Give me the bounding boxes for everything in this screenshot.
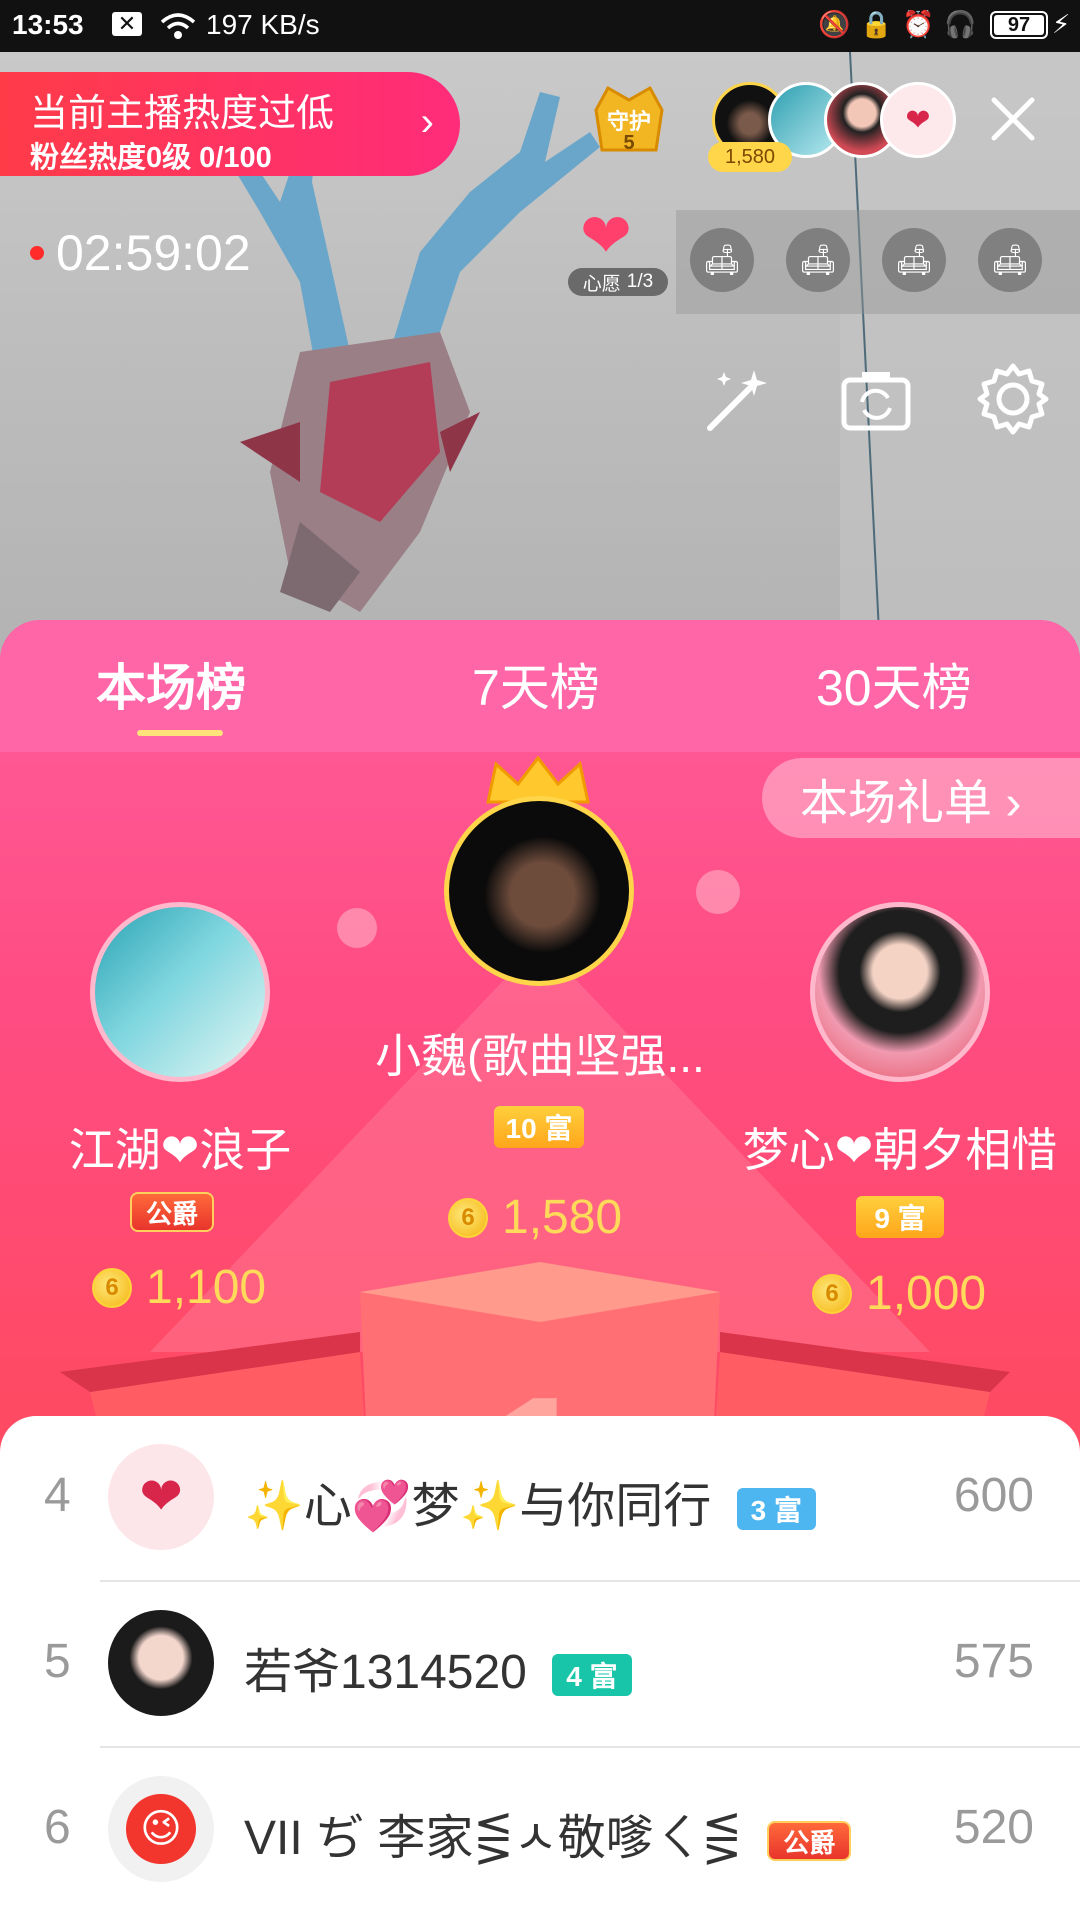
third-place-score-text: 1,000 xyxy=(866,1267,987,1320)
seat-4-sofa-icon[interactable]: 🛋 xyxy=(978,228,1042,292)
wish-widget[interactable]: ❤ 心愿 1/3 xyxy=(568,206,668,296)
first-place-rich-level: 10 富 xyxy=(494,1106,584,1148)
list-name-text: ✨心💞梦✨与你同行 xyxy=(244,1480,712,1533)
wish-label: 心愿 xyxy=(582,273,621,295)
timer-text: 02:59:02 xyxy=(56,225,251,281)
list-avatar[interactable] xyxy=(108,1610,214,1716)
noble-badge: 公爵 xyxy=(767,1821,852,1862)
switch-camera-icon[interactable] xyxy=(838,362,914,438)
list-name-text: VII ぢ 李家⋚ㅅ敬嗲ㄑ⋚ xyxy=(244,1812,742,1865)
charging-icon: ⚡ xyxy=(1052,9,1071,39)
battery-level: 97 xyxy=(994,15,1044,36)
list-name[interactable]: ✨心💞梦✨与你同行 3 富 xyxy=(244,1466,817,1536)
list-avatar[interactable]: 😉 xyxy=(108,1776,214,1882)
rank-number: 5 xyxy=(44,1635,71,1688)
list-name[interactable]: VII ぢ 李家⋚ㅅ敬嗲ㄑ⋚ 公爵 xyxy=(244,1798,852,1868)
ranking-list: 4 ❤ ✨心💞梦✨与你同行 3 富 600 5 若爷1314520 4 富 57… xyxy=(0,1416,1080,1920)
gift-list-button[interactable]: 本场礼单 › xyxy=(762,758,1080,838)
noble-badge-text: 公爵 xyxy=(146,1198,199,1229)
close-icon[interactable] xyxy=(990,96,1036,142)
second-place-avatar[interactable] xyxy=(90,902,270,1082)
first-place-avatar[interactable] xyxy=(444,796,634,986)
list-score: 575 xyxy=(953,1635,1034,1688)
seat-1-sofa-icon[interactable]: 🛋 xyxy=(690,228,754,292)
list-score: 520 xyxy=(953,1801,1034,1854)
chevron-right-icon: › xyxy=(420,100,434,144)
wifi-icon xyxy=(160,13,196,39)
top-viewers[interactable]: ❤ 1,580 xyxy=(708,82,956,172)
battery-icon: 97 xyxy=(990,11,1048,39)
tab-30-days[interactable]: 30天榜 xyxy=(816,648,972,720)
live-timer: 02:59:02 xyxy=(30,224,251,282)
leaderboard-tabs: 本场榜 7天榜 30天榜 xyxy=(0,620,1080,752)
second-place-name[interactable]: 江湖❤浪子 xyxy=(30,1114,330,1180)
coin-icon: 6 xyxy=(448,1197,488,1238)
list-item[interactable]: 6 😉 VII ぢ 李家⋚ㅅ敬嗲ㄑ⋚ 公爵 520 xyxy=(0,1748,1080,1912)
seat-2-sofa-icon[interactable]: 🛋 xyxy=(786,228,850,292)
list-name-text: 若爷1314520 xyxy=(244,1646,527,1699)
second-place-score-text: 1,100 xyxy=(146,1261,267,1314)
coin-icon: 6 xyxy=(92,1267,132,1308)
guard-badge[interactable]: 守护 5 xyxy=(586,80,672,164)
wish-progress: 心愿 1/3 xyxy=(568,268,668,296)
list-score: 600 xyxy=(953,1469,1034,1522)
first-place-score-text: 1,580 xyxy=(502,1191,623,1244)
third-place-avatar[interactable] xyxy=(810,902,990,1082)
first-place-name[interactable]: 小魏(歌曲坚强... xyxy=(300,1020,780,1086)
top-viewer-score: 1,580 xyxy=(708,142,792,172)
headphones-icon: 🎧 xyxy=(944,9,977,39)
notification-x-icon: ✕ xyxy=(112,12,142,36)
rich-level-badge: 3 富 xyxy=(736,1488,817,1531)
list-name[interactable]: 若爷1314520 4 富 xyxy=(244,1632,632,1702)
heat-warning-banner[interactable]: 当前主播热度过低 粉丝热度0级 0/100 › xyxy=(0,72,460,176)
rich-level-badge: 4 富 xyxy=(552,1654,632,1697)
second-place-noble-badge: 公爵 xyxy=(130,1192,215,1232)
seat-3-sofa-icon[interactable]: 🛋 xyxy=(882,228,946,292)
live-dot-icon xyxy=(30,246,44,260)
wink-face-icon: 😉 xyxy=(126,1794,196,1864)
coin-icon: 6 xyxy=(812,1273,852,1314)
wish-count: 1/3 xyxy=(626,271,654,292)
lock-rotation-icon: 🔒 xyxy=(860,9,893,39)
third-place-name[interactable]: 梦心❤朝夕相惜 xyxy=(720,1114,1080,1180)
network-speed: 197 KB/s xyxy=(206,9,320,40)
alarm-icon: ⏰ xyxy=(902,9,935,39)
wish-heart-icon: ❤ xyxy=(580,202,632,271)
third-place-rich-level: 9 富 xyxy=(856,1196,944,1238)
guard-count: 5 xyxy=(623,132,635,154)
third-place-score: 6 1,000 xyxy=(812,1266,986,1321)
status-time: 13:53 xyxy=(12,9,84,40)
list-item[interactable]: 5 若爷1314520 4 富 575 xyxy=(0,1582,1080,1746)
rank-number: 4 xyxy=(44,1469,71,1522)
rank-number: 6 xyxy=(44,1801,71,1854)
status-bar: 13:53 ✕ 197 KB/s 🔕 🔒 ⏰ 🎧 97 ⚡ xyxy=(0,0,1080,52)
second-place-score: 6 1,100 xyxy=(92,1260,266,1315)
settings-gear-icon[interactable] xyxy=(974,360,1052,438)
heat-banner-subtitle: 粉丝热度0级 0/100 xyxy=(30,142,272,174)
first-place-score: 6 1,580 xyxy=(448,1190,622,1245)
heat-banner-title: 当前主播热度过低 xyxy=(30,93,335,135)
list-avatar[interactable]: ❤ xyxy=(108,1444,214,1550)
tab-7-days[interactable]: 7天榜 xyxy=(472,648,600,720)
viewer-avatar-4[interactable]: ❤ xyxy=(880,82,956,158)
list-item[interactable]: 4 ❤ ✨心💞梦✨与你同行 3 富 600 xyxy=(0,1416,1080,1580)
tab-indicator xyxy=(137,730,223,736)
beauty-magic-wand-icon[interactable] xyxy=(700,362,776,438)
mute-bell-icon: 🔕 xyxy=(818,9,851,39)
tab-current-show[interactable]: 本场榜 xyxy=(96,648,246,720)
